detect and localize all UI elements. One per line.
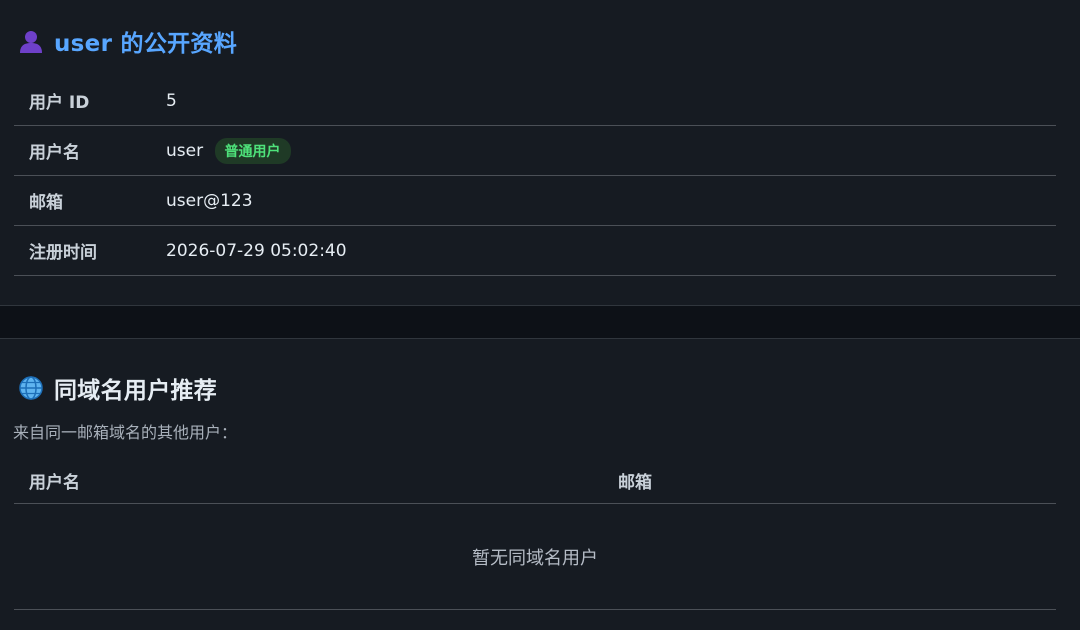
profile-table: 用户 ID 5 用户名 user 普通用户 邮箱 user@123 注册时间 2… xyxy=(14,76,1056,276)
recommend-subtitle: 来自同一邮箱域名的其他用户： xyxy=(13,423,238,442)
recommend-header-row: 用户名 邮箱 xyxy=(14,457,1056,504)
profile-label-username: 用户名 xyxy=(14,125,166,176)
recommend-table: 用户名 邮箱 暂无同域名用户 xyxy=(14,457,1056,610)
profile-label-id: 用户 ID xyxy=(14,76,166,126)
profile-card: user 的公开资料 用户 ID 5 用户名 user 普通用户 邮箱 user… xyxy=(0,0,1080,306)
profile-title: user 的公开资料 xyxy=(18,24,237,58)
column-header-username: 用户名 xyxy=(14,457,535,504)
profile-value-registered: 2026-07-29 05:02:40 xyxy=(166,225,1056,276)
recommend-title: 同域名用户推荐 xyxy=(18,371,217,405)
role-badge: 普通用户 xyxy=(214,137,291,164)
profile-row-id: 用户 ID 5 xyxy=(14,76,1056,126)
column-header-email: 邮箱 xyxy=(535,457,1056,504)
profile-value-id: 5 xyxy=(166,76,1056,126)
recommend-title-text: 同域名用户推荐 xyxy=(54,378,218,404)
user-silhouette-icon xyxy=(20,31,42,53)
empty-message: 暂无同域名用户 xyxy=(14,503,1056,610)
profile-row-username: 用户名 user 普通用户 xyxy=(14,125,1056,176)
profile-label-registered: 注册时间 xyxy=(14,225,166,276)
empty-row: 暂无同域名用户 xyxy=(14,503,1056,610)
profile-value-username: user xyxy=(166,140,204,161)
profile-value-email: user@123 xyxy=(166,175,1056,226)
profile-title-text: user 的公开资料 xyxy=(54,31,238,57)
profile-row-email: 邮箱 user@123 xyxy=(14,175,1056,226)
profile-row-registered: 注册时间 2026-07-29 05:02:40 xyxy=(14,225,1056,276)
globe-icon xyxy=(19,376,43,400)
profile-label-email: 邮箱 xyxy=(14,175,166,226)
profile-value-username-cell: user 普通用户 xyxy=(166,125,1056,176)
recommend-card: 同域名用户推荐 来自同一邮箱域名的其他用户： 用户名 邮箱 暂无同域名用户 xyxy=(0,338,1080,630)
